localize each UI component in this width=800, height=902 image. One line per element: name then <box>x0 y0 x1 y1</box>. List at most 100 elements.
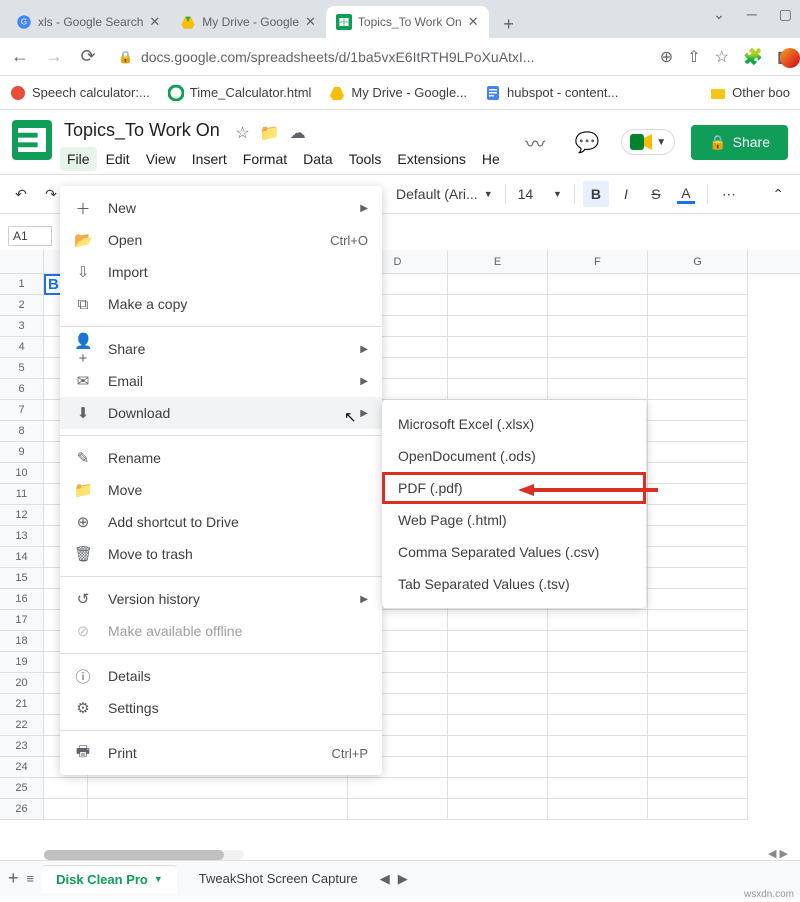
cell[interactable] <box>448 652 548 673</box>
row-header[interactable]: 20 <box>0 673 44 694</box>
bookmark-other[interactable]: Other boo <box>710 85 790 101</box>
row-header[interactable]: 11 <box>0 484 44 505</box>
menu-edit[interactable]: Edit <box>99 147 137 171</box>
row-header[interactable]: 23 <box>0 736 44 757</box>
strike-button[interactable]: S <box>643 181 669 207</box>
cell[interactable] <box>648 400 748 421</box>
cell[interactable] <box>448 274 548 295</box>
cell[interactable] <box>648 799 748 820</box>
font-size-select[interactable]: 14 ▼ <box>514 186 566 202</box>
row-header[interactable]: 22 <box>0 715 44 736</box>
file-menu-make-a-copy[interactable]: ⧉Make a copy <box>60 288 382 320</box>
row-header[interactable]: 14 <box>0 547 44 568</box>
cell[interactable] <box>348 778 448 799</box>
cell[interactable] <box>548 694 648 715</box>
reload-button[interactable]: ⟳ <box>76 45 100 69</box>
cell[interactable] <box>448 715 548 736</box>
cell[interactable] <box>548 799 648 820</box>
browser-tab-2[interactable]: Topics_To Work On ✕ <box>326 6 489 38</box>
cell[interactable] <box>648 652 748 673</box>
row-header[interactable]: 26 <box>0 799 44 820</box>
cell[interactable] <box>548 337 648 358</box>
font-select[interactable]: Default (Ari...▼ <box>392 186 497 202</box>
cell[interactable] <box>44 799 88 820</box>
cell[interactable] <box>548 295 648 316</box>
add-sheet-button[interactable]: + <box>8 868 19 889</box>
cell[interactable] <box>648 463 748 484</box>
row-header[interactable]: 7 <box>0 400 44 421</box>
menu-file[interactable]: File <box>60 147 97 171</box>
cell[interactable] <box>648 589 748 610</box>
cell[interactable] <box>648 568 748 589</box>
cell[interactable] <box>648 526 748 547</box>
more-button[interactable]: ⋯ <box>716 181 742 207</box>
cell[interactable] <box>648 421 748 442</box>
cell[interactable] <box>448 694 548 715</box>
row-header[interactable]: 17 <box>0 610 44 631</box>
bookmark-1[interactable]: Time_Calculator.html <box>168 85 312 101</box>
close-icon[interactable]: ✕ <box>149 14 160 30</box>
file-menu-import[interactable]: ⇩Import <box>60 256 382 288</box>
zoom-icon[interactable]: ⊕ <box>660 47 673 67</box>
row-header[interactable]: 3 <box>0 316 44 337</box>
cell[interactable] <box>648 505 748 526</box>
chevron-down-icon[interactable]: ⌄ <box>713 6 725 23</box>
file-menu-add-shortcut-to-drive[interactable]: ⊕Add shortcut to Drive <box>60 506 382 538</box>
row-header[interactable]: 24 <box>0 757 44 778</box>
menu-extensions[interactable]: Extensions <box>390 147 472 171</box>
cell[interactable] <box>648 694 748 715</box>
cell[interactable] <box>548 715 648 736</box>
bookmark-3[interactable]: hubspot - content... <box>485 85 618 101</box>
scroll-right-button[interactable]: ▶ <box>398 871 408 887</box>
cell[interactable] <box>448 736 548 757</box>
cell[interactable] <box>648 442 748 463</box>
cell[interactable] <box>548 610 648 631</box>
horizontal-scrollbar[interactable] <box>44 850 244 860</box>
download-html[interactable]: Web Page (.html) <box>382 504 646 536</box>
cell[interactable] <box>548 316 648 337</box>
cell[interactable] <box>548 673 648 694</box>
forward-button[interactable]: → <box>42 45 66 69</box>
cell[interactable] <box>448 778 548 799</box>
file-menu-new[interactable]: ＋New▶ <box>60 192 382 224</box>
cell[interactable] <box>448 358 548 379</box>
cell[interactable] <box>648 631 748 652</box>
sheet-tab-active[interactable]: Disk Clean Pro▼ <box>42 865 177 893</box>
cell[interactable] <box>448 337 548 358</box>
cell[interactable] <box>648 295 748 316</box>
file-menu-open[interactable]: 📂OpenCtrl+O <box>60 224 382 256</box>
cell[interactable] <box>648 715 748 736</box>
maximize-icon[interactable]: ▢ <box>779 6 792 23</box>
cell[interactable] <box>648 778 748 799</box>
comments-icon[interactable]: 💬 <box>569 124 605 160</box>
cell[interactable] <box>448 316 548 337</box>
cell[interactable] <box>448 610 548 631</box>
bold-button[interactable]: B <box>583 181 609 207</box>
cell[interactable] <box>648 484 748 505</box>
cell[interactable] <box>648 379 748 400</box>
cell[interactable] <box>548 652 648 673</box>
browser-tab-0[interactable]: G xls - Google Search ✕ <box>6 6 170 38</box>
italic-button[interactable]: I <box>613 181 639 207</box>
file-menu-settings[interactable]: ⚙Settings <box>60 692 382 724</box>
minimize-icon[interactable]: ─ <box>747 6 757 23</box>
cell[interactable] <box>88 778 348 799</box>
cell[interactable] <box>548 379 648 400</box>
star-icon[interactable]: ☆ <box>235 123 249 143</box>
file-menu-share[interactable]: 👤+Share▶ <box>60 333 382 365</box>
scroll-arrows[interactable]: ◀ ▶ <box>768 847 788 860</box>
menu-help[interactable]: He <box>475 147 507 171</box>
back-button[interactable]: ← <box>8 45 32 69</box>
row-header[interactable]: 25 <box>0 778 44 799</box>
file-menu-download[interactable]: ⬇Download▶ <box>60 397 382 429</box>
cell[interactable] <box>648 610 748 631</box>
cell[interactable] <box>548 736 648 757</box>
cell[interactable] <box>648 358 748 379</box>
menu-view[interactable]: View <box>139 147 183 171</box>
close-icon[interactable]: ✕ <box>468 14 479 30</box>
col-header[interactable]: E <box>448 250 548 273</box>
document-title[interactable]: Topics_To Work On <box>60 118 224 143</box>
row-header[interactable]: 9 <box>0 442 44 463</box>
file-menu-email[interactable]: ✉Email▶ <box>60 365 382 397</box>
row-header[interactable]: 19 <box>0 652 44 673</box>
